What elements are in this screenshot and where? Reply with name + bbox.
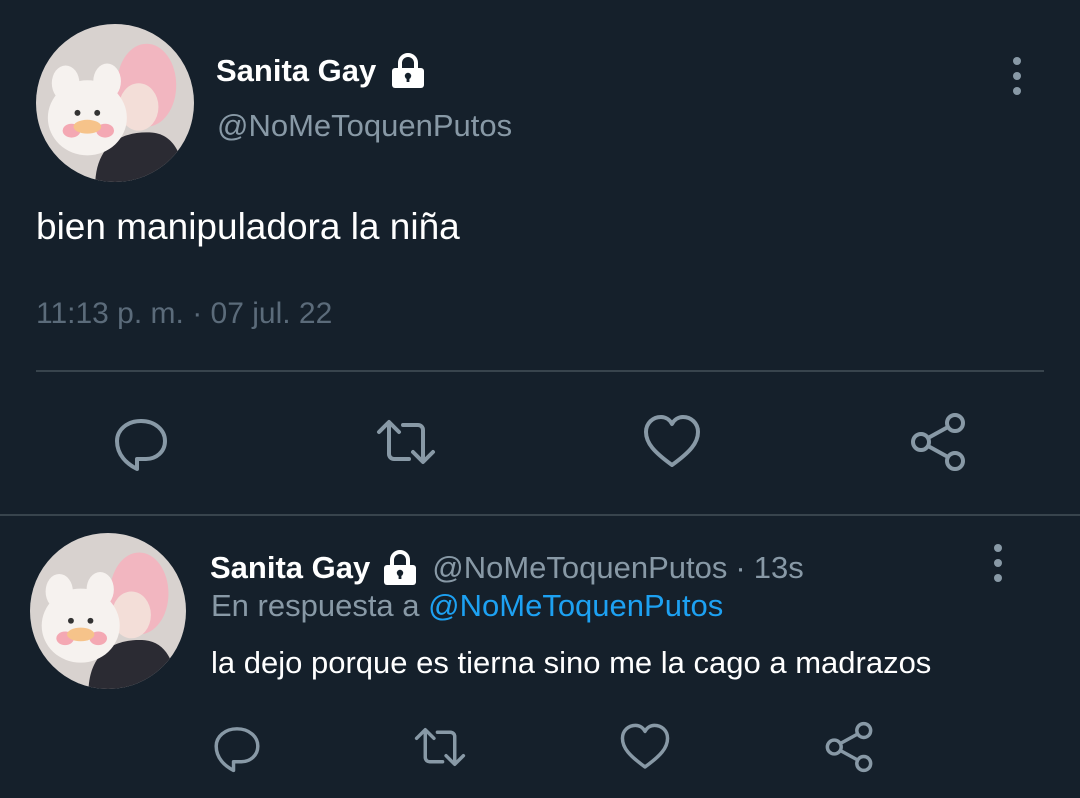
tweet-detail-screen: Sanita Gay @NoMeToquenPutos bien manipul… xyxy=(0,0,1080,798)
retweet-icon[interactable] xyxy=(414,721,466,773)
more-options-icon[interactable] xyxy=(986,541,1010,585)
reply-icon[interactable] xyxy=(211,721,263,773)
section-divider xyxy=(0,514,1080,516)
divider xyxy=(36,370,1044,372)
tweet-timestamp[interactable]: 11:13 p. m. · 07 jul. 22 xyxy=(36,297,332,331)
tweet-text: bien manipuladora la niña xyxy=(36,206,460,247)
display-name[interactable]: Sanita Gay xyxy=(210,550,370,586)
tweet-text: la dejo porque es tierna sino me la cago… xyxy=(211,645,932,680)
like-icon[interactable] xyxy=(642,412,702,472)
lock-icon xyxy=(378,546,422,590)
separator-dot: · xyxy=(735,550,746,585)
author-handle[interactable]: @NoMeToquenPutos xyxy=(217,108,512,144)
author-handle[interactable]: @NoMeToquenPutos xyxy=(432,550,727,586)
main-tweet: Sanita Gay @NoMeToquenPutos bien manipul… xyxy=(0,0,1080,514)
reply-prefix: En respuesta a xyxy=(211,588,420,623)
like-icon[interactable] xyxy=(619,721,671,773)
avatar-image xyxy=(36,24,194,182)
author-name-row[interactable]: Sanita Gay xyxy=(216,46,430,96)
reply-icon[interactable] xyxy=(111,412,171,472)
avatar[interactable] xyxy=(36,24,194,182)
avatar[interactable] xyxy=(30,533,186,689)
more-options-icon[interactable] xyxy=(1005,54,1029,98)
display-name[interactable]: Sanita Gay xyxy=(216,53,376,89)
reply-mention-link[interactable]: @NoMeToquenPutos xyxy=(428,588,723,623)
share-icon[interactable] xyxy=(908,412,968,472)
share-icon[interactable] xyxy=(823,721,875,773)
retweet-icon[interactable] xyxy=(376,412,436,472)
reply-header: Sanita Gay @NoMeToquenPutos · 13s xyxy=(210,544,804,592)
reply-context: En respuesta a @NoMeToquenPutos xyxy=(211,588,723,624)
relative-time[interactable]: 13s xyxy=(754,550,804,586)
lock-icon xyxy=(386,49,430,93)
avatar-image xyxy=(30,533,186,689)
